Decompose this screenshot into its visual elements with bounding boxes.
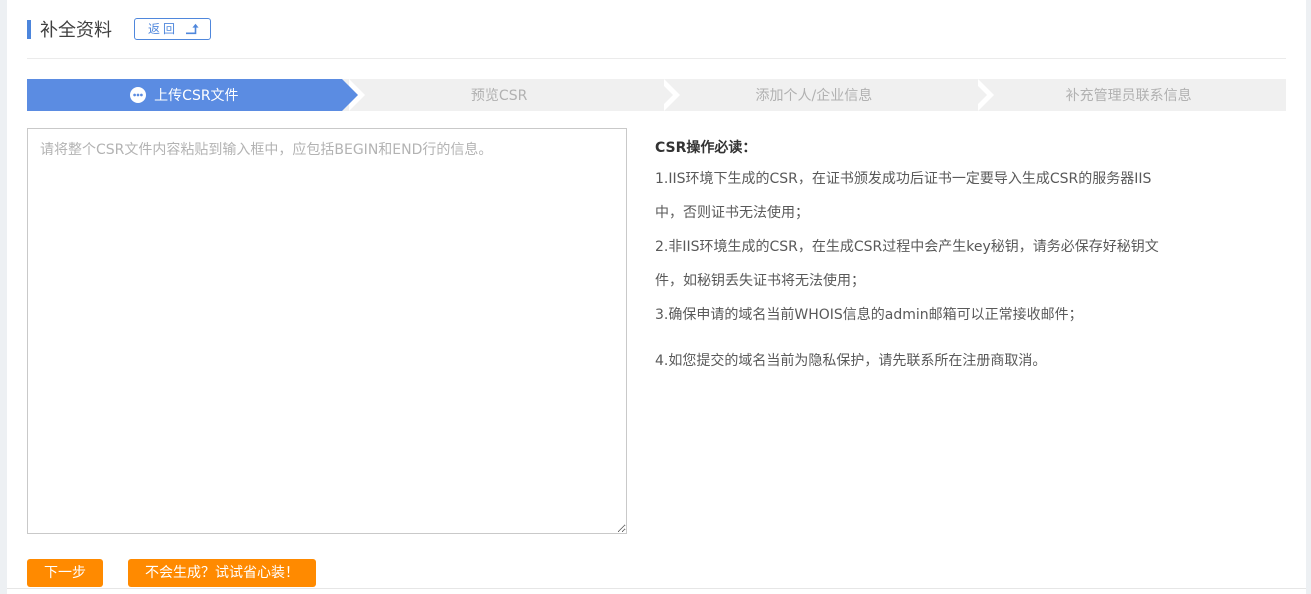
step-label: 添加个人/企业信息 (756, 85, 873, 105)
bottom-divider (7, 588, 1306, 589)
help-note-1: 1.IIS环境下生成的CSR，在证书颁发成功后证书一定要导入生成CSR的服务器I… (655, 162, 1167, 230)
back-button[interactable]: 返回 (134, 18, 211, 40)
step-upload-csr: 上传CSR文件 (27, 79, 342, 111)
step-add-info: 添加个人/企业信息 (657, 79, 972, 111)
help-title: CSR操作必读： (655, 137, 1167, 157)
help-note-2: 2.非IIS环境生成的CSR，在生成CSR过程中会产生key秘钥，请务必保存好秘… (655, 230, 1167, 298)
content-panel: 补全资料 返回 (7, 0, 1306, 594)
ellipsis-circle-icon (130, 87, 146, 103)
csr-content-input[interactable] (27, 128, 627, 534)
help-note-4: 4.如您提交的域名当前为隐私保护，请先联系所在注册商取消。 (655, 344, 1167, 378)
csr-help-panel: CSR操作必读： 1.IIS环境下生成的CSR，在证书颁发成功后证书一定要导入生… (655, 128, 1167, 378)
page-title: 补全资料 (40, 16, 112, 42)
help-note-3: 3.确保申请的域名当前WHOIS信息的admin邮箱可以正常接收邮件； (655, 298, 1167, 332)
help-notes: 1.IIS环境下生成的CSR，在证书颁发成功后证书一定要导入生成CSR的服务器I… (655, 162, 1167, 378)
back-button-label: 返回 (148, 23, 178, 35)
step-admin-contact: 补充管理员联系信息 (971, 79, 1286, 111)
return-arrow-icon (185, 23, 200, 35)
header-divider (27, 58, 1286, 59)
step-label: 预览CSR (471, 85, 527, 105)
step-label: 补充管理员联系信息 (1066, 85, 1192, 105)
wizard-stepper: 上传CSR文件 预览CSR 添加个人/企业信息 补充管理员联系信息 (27, 79, 1286, 111)
page-header: 补全资料 返回 (27, 0, 1286, 45)
easy-install-button[interactable]: 不会生成？试试省心装！ (128, 559, 316, 587)
title-accent-bar (27, 20, 31, 39)
step-label: 上传CSR文件 (154, 85, 238, 105)
action-bar: 下一步 不会生成？试试省心装！ (27, 559, 1286, 587)
next-step-button[interactable]: 下一步 (27, 559, 103, 587)
step-preview-csr: 预览CSR (342, 79, 657, 111)
main-area: CSR操作必读： 1.IIS环境下生成的CSR，在证书颁发成功后证书一定要导入生… (27, 128, 1286, 534)
